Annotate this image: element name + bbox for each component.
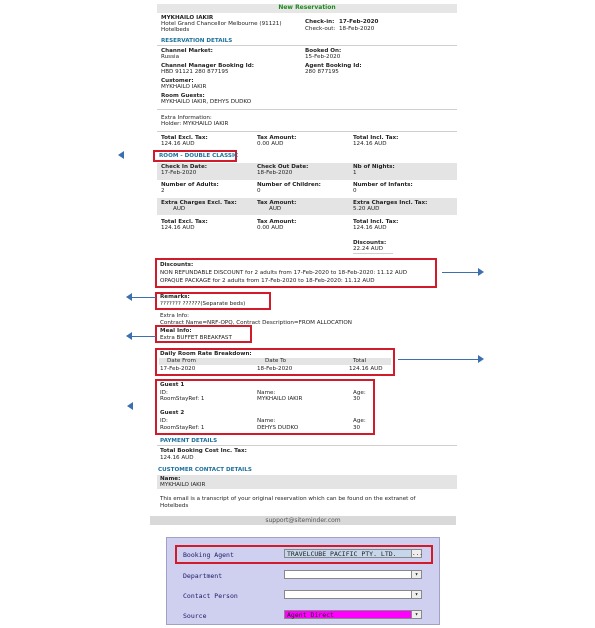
cm-booking-id-value: HBD 91121 280 877195 [161,69,229,75]
discount-1: NON REFUNDABLE DISCOUNT for 2 adults fro… [160,270,408,276]
guest2-id-label: ID: [160,418,168,424]
contact-details-heading: CUSTOMER CONTACT DETAILS [158,467,252,473]
arrow-line [132,297,156,298]
check-in-label: Check-in: [305,19,335,25]
room-check-in-value: 17-Feb-2020 [161,170,197,176]
check-out-label: Check-out: [305,26,336,32]
total-booking-label: Total Booking Cost Inc. Tax: [160,448,247,454]
source-label: Source [183,612,207,620]
total-excl-value: 124.16 AUD [161,141,195,147]
source-select[interactable]: Agent Direct ▾ [284,610,422,619]
booking-agent-field[interactable]: TRAVELCUBE PACIFIC PTY. LTD. ... [284,549,423,558]
infants-value: 0 [353,188,357,194]
daily-col-to: Date To [265,358,287,364]
adults-label: Number of Adults: [161,182,219,188]
arrow-left-icon [127,402,133,410]
room-title: ROOM - DOUBLE CLASSIC [159,153,239,159]
nights-value: 1 [353,170,357,176]
children-value: 0 [257,188,261,194]
check-in-value: 17-Feb-2020 [339,19,379,25]
guest2-roomstay: RoomStayRef: 1 [160,425,205,431]
adults-value: 2 [161,188,165,194]
supplier-name: Hotelbeds [161,27,190,33]
email-header: New Reservation [157,4,457,13]
arrow-line [442,272,478,273]
daily-rate-label: Daily Room Rate Breakdown: [160,351,252,357]
arrow-line [398,359,478,360]
booked-on-value: 15-Feb-2020 [305,54,341,60]
tax-amount-value: 0.00 AUD [257,141,284,147]
guest1-label: Guest 1 [160,382,185,388]
total-incl-value: 124.16 AUD [353,141,387,147]
agent-booking-id-value: 280 877195 [305,69,339,75]
chevron-down-icon[interactable]: ▾ [411,611,421,618]
contact-person-label: Contact Person [183,592,238,600]
transcript-line-1: This email is a transcript of your origi… [160,496,416,502]
arrow-right-icon [478,268,484,276]
department-label: Department [183,572,223,580]
room-tax2-value: 0.00 AUD [257,225,284,231]
check-out-value: 18-Feb-2020 [339,26,375,32]
children-label: Number of Children: [257,182,321,188]
guest2-age: 30 [353,425,361,431]
source-value: Agent Direct [287,611,334,619]
daily-from: 17-Feb-2020 [160,366,196,372]
meal-label: Meal Info: [160,328,192,334]
extra-incl-value: 5.20 AUD [353,206,380,212]
booking-agent-form: Booking Agent TRAVELCUBE PACIFIC PTY. LT… [166,537,440,625]
room-guests-value: MYKHAILO IAKIR, DEHYS DUDKO [161,99,252,105]
extra-information-value: Holder: MYKHAILO IAKIR [161,121,229,127]
room-tax-value: AUD [269,206,282,212]
daily-total: 124.16 AUD [349,366,383,372]
daily-col-total: Total [353,358,367,364]
remarks-value: ??????? ??????(Separate beds) [160,301,246,307]
customer-value: MYKHAILO IAKIR [161,84,207,90]
meal-value: Extra BUFFET BREAKFAST [160,335,232,341]
guest2-age-label: Age: [353,418,366,424]
transcript-line-2: Hotelbeds [160,503,189,509]
daily-to: 18-Feb-2020 [257,366,293,372]
guest2-name-label: Name: [257,418,276,424]
chevron-down-icon[interactable]: ▾ [411,591,421,598]
room-check-out-value: 18-Feb-2020 [257,170,293,176]
email-footer: support@siteminder.com [150,516,456,525]
payment-details-heading: PAYMENT DETAILS [160,438,218,444]
booking-agent-lookup-button[interactable]: ... [411,550,423,557]
arrow-left-icon [118,151,124,159]
reservation-details-heading: RESERVATION DETAILS [161,38,233,44]
infants-label: Number of Infants: [353,182,413,188]
daily-col-from: Date From [167,358,197,364]
booking-agent-value: TRAVELCUBE PACIFIC PTY. LTD. [287,550,397,558]
guest2-label: Guest 2 [160,410,185,416]
guest2-name: DEHYS DUDKO [257,425,299,431]
email-header-title: New Reservation [278,4,336,11]
nights-label: Nb of Nights: [353,164,395,170]
discounts-label: Discounts: [160,262,194,268]
contact-name-value: MYKHAILO IAKIR [160,482,206,488]
guest1-roomstay: RoomStayRef: 1 [160,396,205,402]
discount-2: OPAQUE PACKAGE for 2 adults from 17-Feb-… [160,278,375,284]
channel-market-value: Russia [161,54,179,60]
reservation-email: New Reservation MYKHAILO IAKIR Hotel Gra… [153,4,457,516]
arrow-right-icon [478,355,484,363]
arrow-line [132,336,156,337]
total-booking-value: 124.16 AUD [160,455,194,461]
remarks-label: Remarks: [160,294,190,300]
booking-agent-label: Booking Agent [183,551,234,559]
guest1-age: 30 [353,396,361,402]
chevron-down-icon[interactable]: ▾ [411,571,421,578]
extra-excl-value: AUD [173,206,186,212]
discounts-total-value: 22.24 AUD [353,246,384,252]
department-select[interactable]: ▾ [284,570,422,579]
contact-person-select[interactable]: ▾ [284,590,422,599]
extra-info2-label: Extra Info: [160,313,190,319]
guest1-name: MYKHAILO IAKIR [257,396,303,402]
room-total-excl-value: 124.16 AUD [161,225,195,231]
room-total-incl-value: 124.16 AUD [353,225,387,231]
